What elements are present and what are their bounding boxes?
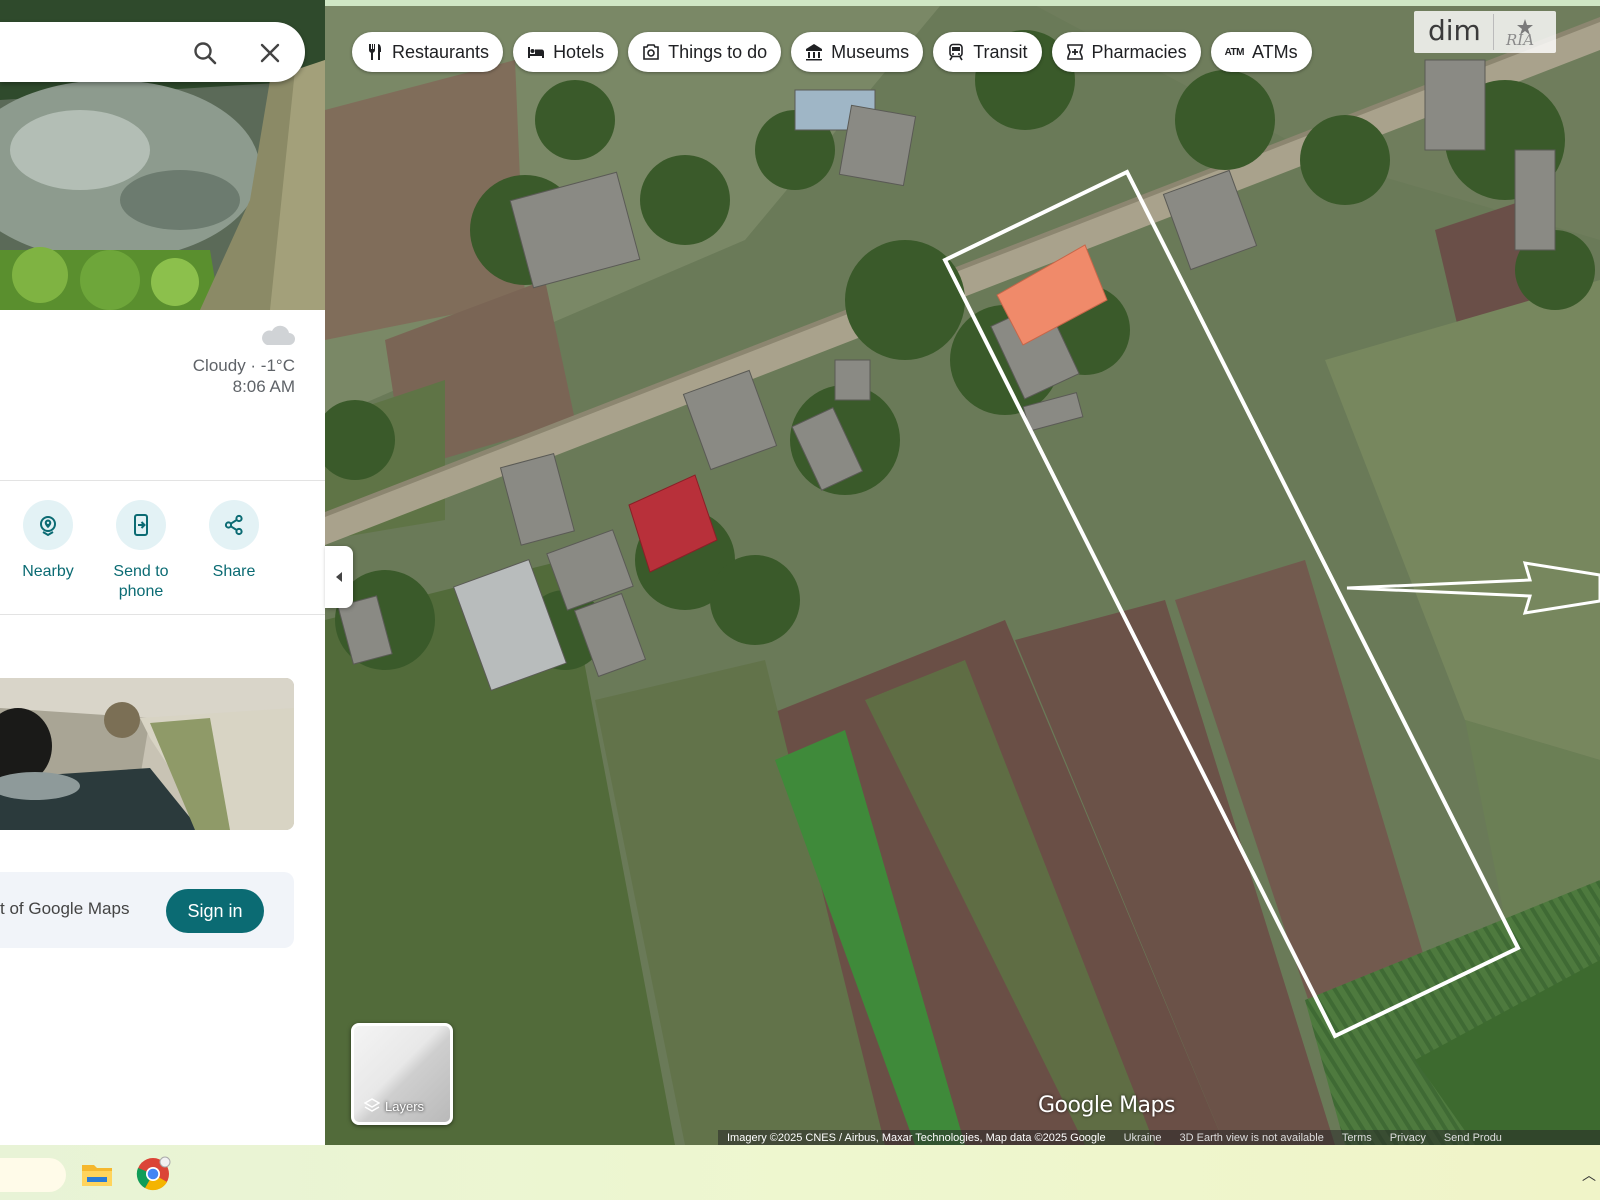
action-buttons: Nearby Send to phone Share — [20, 500, 262, 602]
share-label: Share — [212, 563, 256, 580]
chip-label: Pharmacies — [1091, 41, 1187, 62]
nearby-circle — [23, 500, 73, 550]
chip-label: Museums — [831, 41, 910, 62]
chip-label: Restaurants — [392, 41, 490, 62]
imagery-attribution: Imagery ©2025 CNES / Airbus, Maxar Techn… — [727, 1132, 1106, 1144]
layers-icon — [364, 1098, 380, 1112]
camera-icon — [643, 44, 659, 60]
chrome-icon[interactable] — [134, 1155, 172, 1193]
watermark-text: dim — [1428, 13, 1481, 47]
pharmacy-icon — [1066, 44, 1083, 60]
chip-label: Things to do — [668, 41, 768, 62]
chip-pharmacies[interactable]: Pharmacies — [1051, 32, 1201, 72]
layers-label-wrap: Layers — [364, 1098, 424, 1114]
chip-transit[interactable]: Transit — [933, 32, 1042, 72]
weather-time: 8:06 AM — [232, 377, 295, 396]
satellite-map[interactable] — [325, 0, 1600, 1145]
place-side-panel: Cloudy · -1°C 8:06 AM Nearby Send to pho… — [0, 0, 325, 1145]
svg-text:RIA: RIA — [1505, 31, 1534, 47]
atm-icon: ATM — [1224, 46, 1245, 58]
os-taskbar: ︿ — [0, 1145, 1600, 1200]
bed-icon — [528, 47, 545, 58]
nearby-button[interactable]: Nearby — [20, 500, 76, 602]
chip-label: Hotels — [553, 41, 605, 62]
file-explorer-icon[interactable] — [78, 1155, 116, 1193]
fork-knife-icon — [369, 44, 381, 60]
nearby-icon — [40, 516, 56, 537]
search-box[interactable] — [0, 22, 305, 82]
earth-view-note: 3D Earth view is not available — [1179, 1132, 1324, 1144]
share-button[interactable]: Share — [206, 500, 262, 602]
dim-ria-watermark: dim RIA — [1414, 11, 1556, 53]
google-maps-logo: Google Maps — [1038, 1093, 1175, 1118]
weather-info: Cloudy · -1°C 8:06 AM — [193, 325, 295, 397]
caret-left-icon — [336, 572, 342, 582]
privacy-link[interactable]: Privacy — [1381, 1132, 1435, 1144]
chip-label: Transit — [973, 41, 1028, 62]
nearby-label: Nearby — [22, 563, 74, 580]
send-to-phone-label: Send to phone — [113, 563, 169, 600]
ria-star-icon: RIA — [1505, 19, 1534, 47]
search-icon[interactable] — [192, 40, 218, 66]
layers-label: Layers — [385, 1098, 425, 1114]
map-attribution-bar: Imagery ©2025 CNES / Airbus, Maxar Techn… — [718, 1130, 1600, 1146]
send-feedback-link[interactable]: Send Produ — [1435, 1132, 1511, 1144]
share-circle — [209, 500, 259, 550]
weather-condition: Cloudy · -1°C — [192, 356, 295, 375]
culvert-photo — [0, 678, 294, 830]
section-divider — [0, 614, 325, 615]
museum-icon — [806, 44, 823, 61]
chip-hotels[interactable]: Hotels — [513, 32, 619, 72]
taskbar-search[interactable] — [0, 1158, 66, 1192]
chip-museums[interactable]: Museums — [791, 32, 924, 72]
category-chips: Restaurants Hotels Things to do Museums … — [352, 32, 1312, 72]
collapse-panel-button[interactable] — [325, 546, 353, 608]
layers-button[interactable]: Layers — [351, 1023, 453, 1125]
signin-promo-text: t of Google Maps — [0, 899, 130, 918]
satellite-imagery — [325, 0, 1600, 1145]
send-to-phone-circle — [116, 500, 166, 550]
signin-card: t of Google Maps Sign in — [0, 872, 294, 948]
train-icon — [949, 43, 963, 61]
sign-in-button[interactable]: Sign in — [166, 889, 264, 933]
chip-things-to-do[interactable]: Things to do — [628, 32, 782, 72]
chip-atms[interactable]: ATM ATMs — [1210, 32, 1312, 72]
section-divider — [0, 480, 325, 481]
close-icon[interactable] — [257, 40, 283, 66]
cloud-icon — [262, 325, 295, 345]
chevron-up-icon[interactable]: ︿ — [1582, 1165, 1596, 1185]
ria-logo: RIA — [1492, 14, 1546, 50]
send-to-phone-button[interactable]: Send to phone — [113, 500, 169, 602]
place-photo[interactable] — [0, 678, 294, 830]
chip-label: ATMs — [1252, 41, 1298, 62]
country-label[interactable]: Ukraine — [1115, 1132, 1171, 1144]
share-icon — [224, 514, 243, 536]
terms-link[interactable]: Terms — [1333, 1132, 1381, 1144]
send-to-phone-icon — [134, 514, 148, 536]
chip-restaurants[interactable]: Restaurants — [352, 32, 504, 72]
